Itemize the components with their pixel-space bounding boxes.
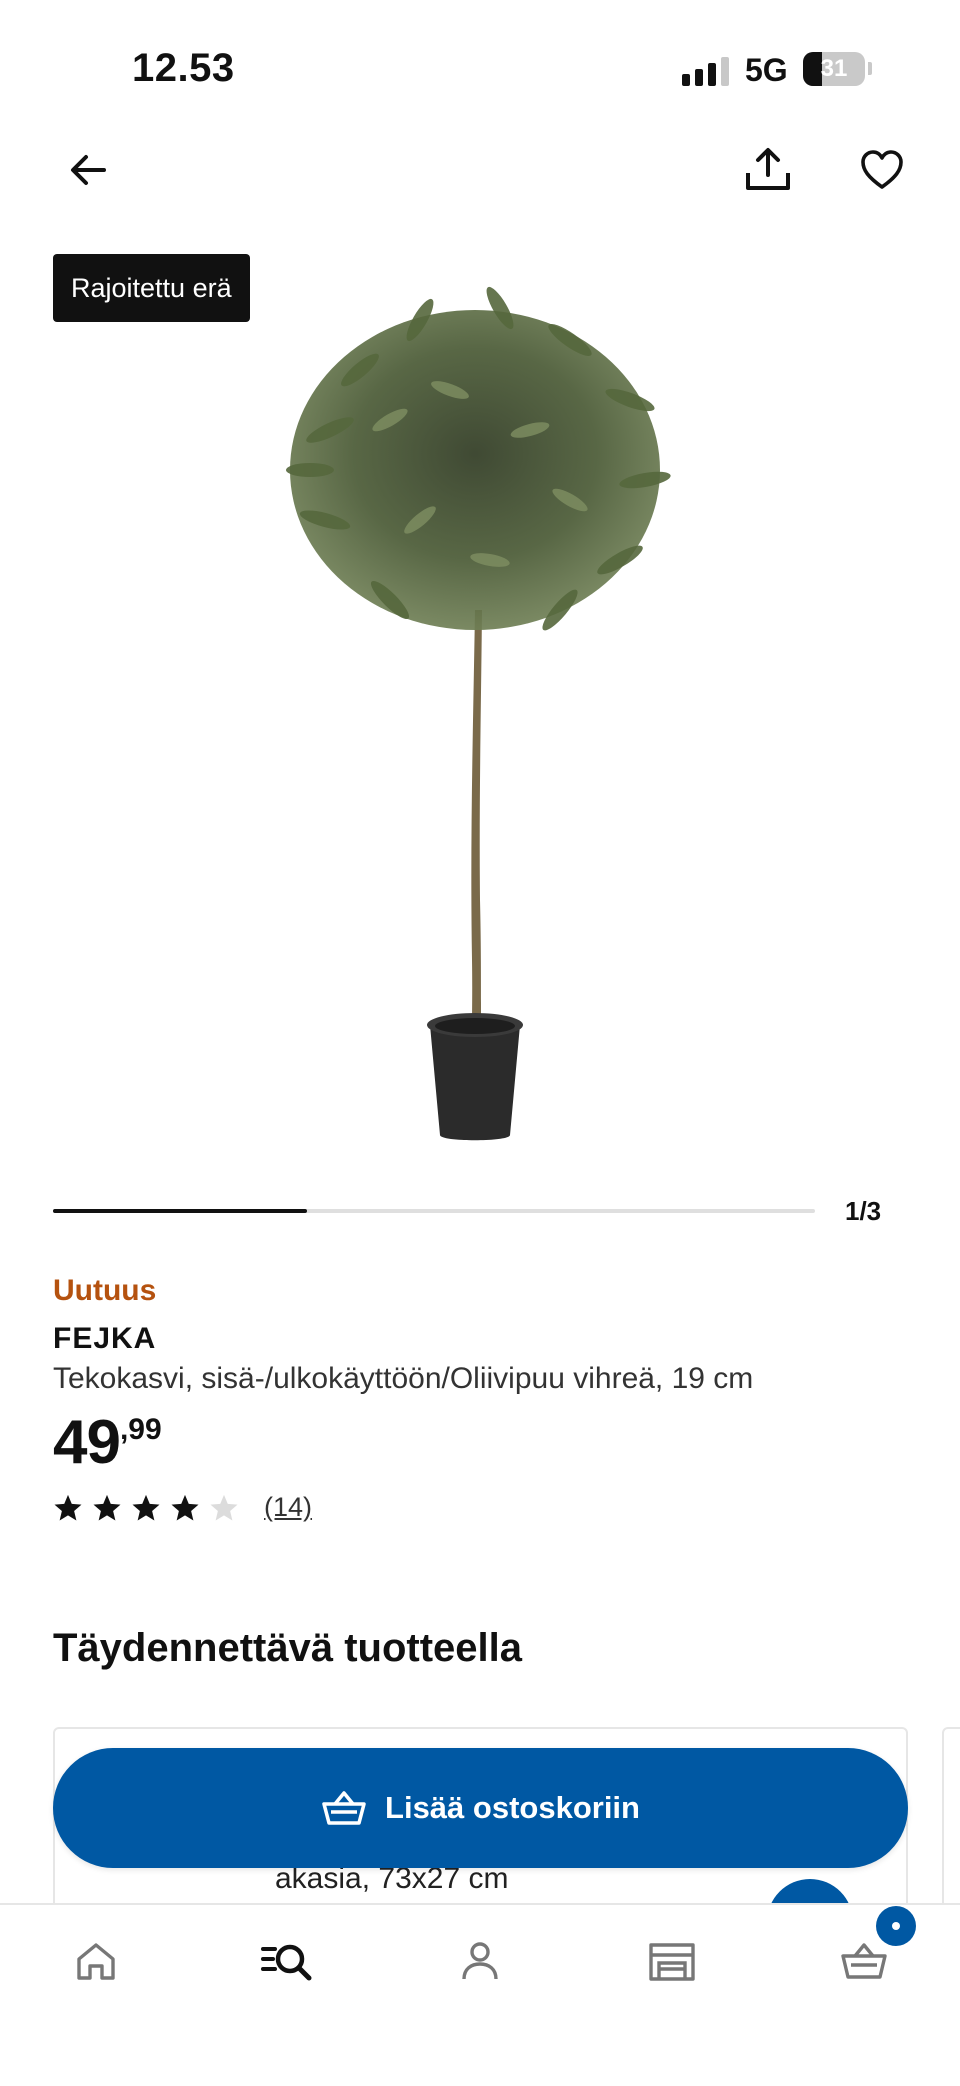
network-type: 5G [745, 52, 788, 88]
store-icon [649, 1943, 695, 1981]
battery-icon: 31 [803, 52, 865, 86]
arrow-left-icon [71, 155, 106, 185]
star-empty-icon [210, 1494, 238, 1520]
home-icon [77, 1943, 115, 1980]
battery-nub [868, 62, 872, 75]
image-progress-fill [53, 1209, 307, 1213]
star-filled-icon [171, 1494, 199, 1520]
section-title: Täydennettävä tuotteella [53, 1626, 523, 1670]
signal-icon [682, 56, 729, 86]
search-list-icon [261, 1944, 312, 1981]
share-icon [746, 148, 790, 190]
heart-icon [861, 150, 903, 189]
nav-home[interactable] [46, 1911, 146, 2011]
back-button[interactable] [56, 138, 120, 202]
add-to-cart-label: Lisää ostoskoriin [385, 1790, 640, 1825]
product-description: Tekokasvi, sisä-/ulkokäyttöön/Oliivipuu … [53, 1362, 754, 1395]
share-button[interactable] [736, 138, 800, 202]
star-filled-icon [132, 1494, 160, 1520]
nav-profile[interactable] [430, 1911, 530, 2011]
battery-level: 31 [820, 55, 848, 82]
nav-search[interactable] [237, 1911, 337, 2011]
price-integer: 49 [53, 1408, 121, 1477]
basket-icon [322, 1791, 366, 1825]
basket-icon [841, 1943, 887, 1979]
rating[interactable]: (14) [53, 1492, 312, 1523]
cart-dot-indicator [892, 1922, 900, 1930]
price-decimal: ,99 [119, 1413, 162, 1446]
cart-count-badge [876, 1906, 916, 1946]
image-pager: 1/3 [845, 1196, 882, 1226]
product-image[interactable] [270, 280, 690, 1150]
review-count-link[interactable]: (14) [264, 1492, 312, 1523]
nav-store[interactable] [622, 1911, 722, 2011]
limited-edition-badge: Rajoitettu erä [53, 254, 250, 322]
star-filled-icon [93, 1494, 121, 1520]
image-progress-track [53, 1209, 815, 1213]
status-time: 12.53 [132, 46, 235, 90]
person-icon [462, 1942, 498, 1980]
favourite-button[interactable] [850, 138, 914, 202]
product-name: FEJKA [53, 1322, 157, 1355]
star-filled-icon [54, 1494, 82, 1520]
bottom-navigation [0, 1903, 960, 2086]
price: 49 ,99 [53, 1408, 162, 1478]
add-to-cart-button[interactable]: Lisää ostoskoriin [53, 1748, 908, 1868]
status-bar: 12.53 5G 31 [0, 0, 960, 140]
new-label: Uutuus [53, 1274, 157, 1307]
